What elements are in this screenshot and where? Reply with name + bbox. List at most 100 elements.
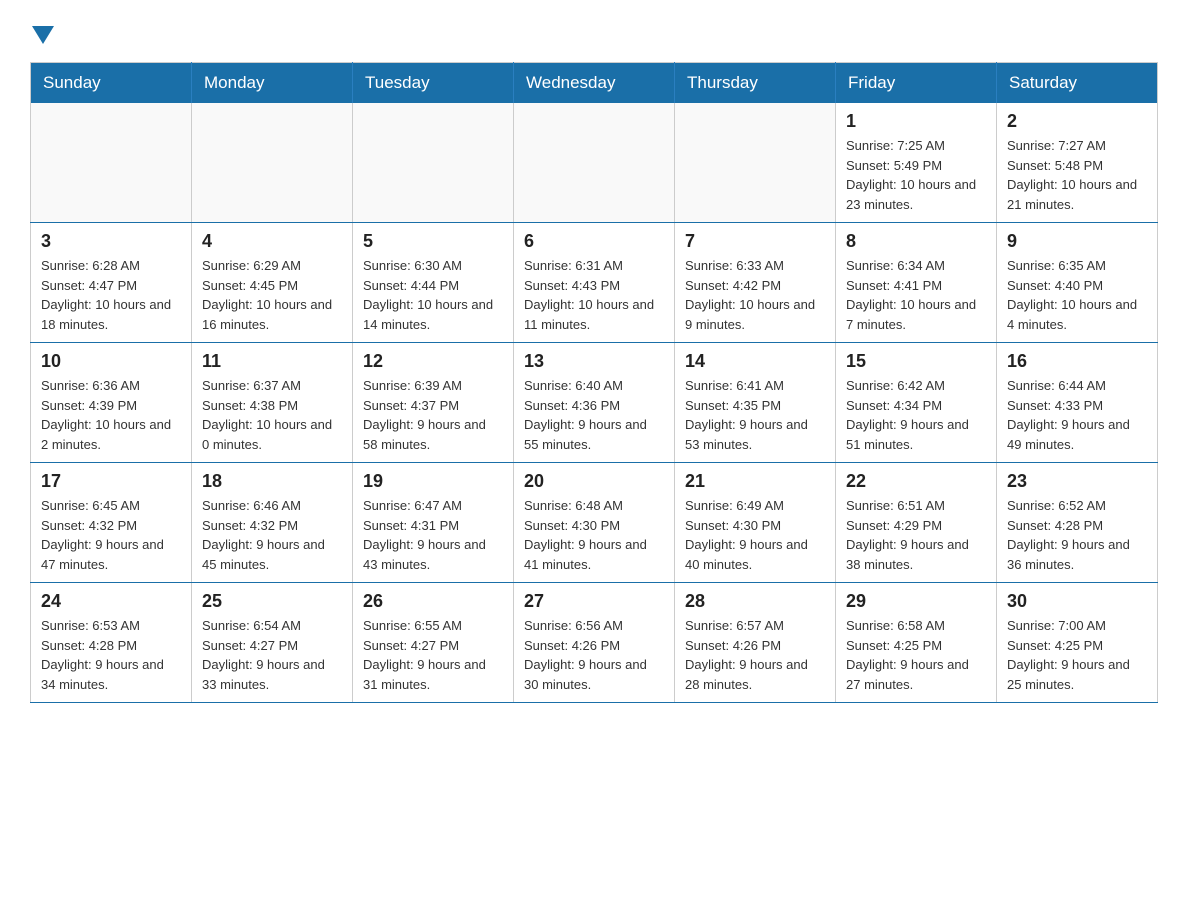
day-info: Sunrise: 6:51 AM Sunset: 4:29 PM Dayligh…	[846, 496, 986, 574]
day-info: Sunrise: 6:54 AM Sunset: 4:27 PM Dayligh…	[202, 616, 342, 694]
day-info: Sunrise: 6:42 AM Sunset: 4:34 PM Dayligh…	[846, 376, 986, 454]
calendar-cell	[192, 103, 353, 223]
day-number: 21	[685, 471, 825, 492]
day-number: 19	[363, 471, 503, 492]
day-info: Sunrise: 6:41 AM Sunset: 4:35 PM Dayligh…	[685, 376, 825, 454]
day-number: 10	[41, 351, 181, 372]
day-number: 29	[846, 591, 986, 612]
calendar-cell: 15 Sunrise: 6:42 AM Sunset: 4:34 PM Dayli…	[836, 343, 997, 463]
day-number: 4	[202, 231, 342, 252]
weekday-header-friday: Friday	[836, 63, 997, 104]
day-number: 26	[363, 591, 503, 612]
calendar-cell: 10Sunrise: 6:36 AM Sunset: 4:39 PM Dayli…	[31, 343, 192, 463]
day-number: 11	[202, 351, 342, 372]
calendar-cell: 5 Sunrise: 6:30 AM Sunset: 4:44 PM Daylig…	[353, 223, 514, 343]
day-info: Sunrise: 6:28 AM Sunset: 4:47 PM Dayligh…	[41, 256, 181, 334]
day-number: 24	[41, 591, 181, 612]
calendar-cell: 8 Sunrise: 6:34 AM Sunset: 4:41 PM Daylig…	[836, 223, 997, 343]
calendar-cell: 12 Sunrise: 6:39 AM Sunset: 4:37 PM Dayli…	[353, 343, 514, 463]
day-info: Sunrise: 6:29 AM Sunset: 4:45 PM Dayligh…	[202, 256, 342, 334]
calendar-cell: 11 Sunrise: 6:37 AM Sunset: 4:38 PM Dayli…	[192, 343, 353, 463]
day-number: 22	[846, 471, 986, 492]
day-number: 17	[41, 471, 181, 492]
weekday-header-monday: Monday	[192, 63, 353, 104]
calendar-cell: 19 Sunrise: 6:47 AM Sunset: 4:31 PM Dayli…	[353, 463, 514, 583]
day-number: 13	[524, 351, 664, 372]
page-header	[30, 20, 1158, 44]
day-number: 18	[202, 471, 342, 492]
calendar-cell: 16Sunrise: 6:44 AM Sunset: 4:33 PM Dayli…	[997, 343, 1158, 463]
day-info: Sunrise: 7:25 AM Sunset: 5:49 PM Dayligh…	[846, 136, 986, 214]
day-info: Sunrise: 6:37 AM Sunset: 4:38 PM Dayligh…	[202, 376, 342, 454]
calendar-cell: 7Sunrise: 6:33 AM Sunset: 4:42 PM Daylig…	[675, 223, 836, 343]
day-info: Sunrise: 6:49 AM Sunset: 4:30 PM Dayligh…	[685, 496, 825, 574]
calendar-cell: 3 Sunrise: 6:28 AM Sunset: 4:47 PM Daylig…	[31, 223, 192, 343]
calendar-cell	[353, 103, 514, 223]
calendar-table: SundayMondayTuesdayWednesdayThursdayFrid…	[30, 62, 1158, 703]
calendar-cell	[675, 103, 836, 223]
calendar-week-row: 17 Sunrise: 6:45 AM Sunset: 4:32 PM Dayli…	[31, 463, 1158, 583]
day-info: Sunrise: 6:46 AM Sunset: 4:32 PM Dayligh…	[202, 496, 342, 574]
calendar-cell: 1 Sunrise: 7:25 AM Sunset: 5:49 PM Daylig…	[836, 103, 997, 223]
day-number: 30	[1007, 591, 1147, 612]
logo-triangle-icon	[32, 22, 54, 44]
day-info: Sunrise: 6:48 AM Sunset: 4:30 PM Dayligh…	[524, 496, 664, 574]
calendar-cell: 30 Sunrise: 7:00 AM Sunset: 4:25 PM Dayli…	[997, 583, 1158, 703]
calendar-cell: 2 Sunrise: 7:27 AM Sunset: 5:48 PM Daylig…	[997, 103, 1158, 223]
day-info: Sunrise: 6:30 AM Sunset: 4:44 PM Dayligh…	[363, 256, 503, 334]
calendar-cell: 9 Sunrise: 6:35 AM Sunset: 4:40 PM Daylig…	[997, 223, 1158, 343]
day-number: 27	[524, 591, 664, 612]
calendar-cell	[31, 103, 192, 223]
day-number: 16	[1007, 351, 1147, 372]
day-info: Sunrise: 6:35 AM Sunset: 4:40 PM Dayligh…	[1007, 256, 1147, 334]
calendar-cell: 14Sunrise: 6:41 AM Sunset: 4:35 PM Dayli…	[675, 343, 836, 463]
calendar-week-row: 24 Sunrise: 6:53 AM Sunset: 4:28 PM Dayli…	[31, 583, 1158, 703]
day-number: 20	[524, 471, 664, 492]
day-number: 5	[363, 231, 503, 252]
day-info: Sunrise: 6:47 AM Sunset: 4:31 PM Dayligh…	[363, 496, 503, 574]
calendar-cell: 18 Sunrise: 6:46 AM Sunset: 4:32 PM Dayli…	[192, 463, 353, 583]
calendar-cell: 23 Sunrise: 6:52 AM Sunset: 4:28 PM Dayli…	[997, 463, 1158, 583]
weekday-header-wednesday: Wednesday	[514, 63, 675, 104]
calendar-week-row: 1 Sunrise: 7:25 AM Sunset: 5:49 PM Daylig…	[31, 103, 1158, 223]
calendar-cell: 20 Sunrise: 6:48 AM Sunset: 4:30 PM Dayli…	[514, 463, 675, 583]
calendar-cell: 17 Sunrise: 6:45 AM Sunset: 4:32 PM Dayli…	[31, 463, 192, 583]
day-number: 1	[846, 111, 986, 132]
day-info: Sunrise: 6:40 AM Sunset: 4:36 PM Dayligh…	[524, 376, 664, 454]
weekday-header-row: SundayMondayTuesdayWednesdayThursdayFrid…	[31, 63, 1158, 104]
day-number: 2	[1007, 111, 1147, 132]
weekday-header-sunday: Sunday	[31, 63, 192, 104]
calendar-cell: 27Sunrise: 6:56 AM Sunset: 4:26 PM Dayli…	[514, 583, 675, 703]
calendar-cell: 13 Sunrise: 6:40 AM Sunset: 4:36 PM Dayli…	[514, 343, 675, 463]
calendar-week-row: 10Sunrise: 6:36 AM Sunset: 4:39 PM Dayli…	[31, 343, 1158, 463]
calendar-cell: 28Sunrise: 6:57 AM Sunset: 4:26 PM Dayli…	[675, 583, 836, 703]
calendar-cell: 24 Sunrise: 6:53 AM Sunset: 4:28 PM Dayli…	[31, 583, 192, 703]
day-info: Sunrise: 6:53 AM Sunset: 4:28 PM Dayligh…	[41, 616, 181, 694]
day-number: 3	[41, 231, 181, 252]
calendar-cell: 4 Sunrise: 6:29 AM Sunset: 4:45 PM Daylig…	[192, 223, 353, 343]
calendar-week-row: 3 Sunrise: 6:28 AM Sunset: 4:47 PM Daylig…	[31, 223, 1158, 343]
weekday-header-thursday: Thursday	[675, 63, 836, 104]
day-number: 15	[846, 351, 986, 372]
day-number: 9	[1007, 231, 1147, 252]
calendar-cell: 21 Sunrise: 6:49 AM Sunset: 4:30 PM Dayli…	[675, 463, 836, 583]
day-info: Sunrise: 6:45 AM Sunset: 4:32 PM Dayligh…	[41, 496, 181, 574]
day-number: 7	[685, 231, 825, 252]
calendar-cell: 22 Sunrise: 6:51 AM Sunset: 4:29 PM Dayli…	[836, 463, 997, 583]
day-info: Sunrise: 7:00 AM Sunset: 4:25 PM Dayligh…	[1007, 616, 1147, 694]
day-number: 8	[846, 231, 986, 252]
calendar-cell: 29Sunrise: 6:58 AM Sunset: 4:25 PM Dayli…	[836, 583, 997, 703]
logo	[30, 20, 54, 44]
day-number: 12	[363, 351, 503, 372]
day-info: Sunrise: 6:52 AM Sunset: 4:28 PM Dayligh…	[1007, 496, 1147, 574]
day-info: Sunrise: 6:34 AM Sunset: 4:41 PM Dayligh…	[846, 256, 986, 334]
day-info: Sunrise: 6:31 AM Sunset: 4:43 PM Dayligh…	[524, 256, 664, 334]
day-number: 6	[524, 231, 664, 252]
day-number: 28	[685, 591, 825, 612]
weekday-header-saturday: Saturday	[997, 63, 1158, 104]
day-number: 23	[1007, 471, 1147, 492]
day-info: Sunrise: 6:39 AM Sunset: 4:37 PM Dayligh…	[363, 376, 503, 454]
calendar-cell: 6 Sunrise: 6:31 AM Sunset: 4:43 PM Daylig…	[514, 223, 675, 343]
day-info: Sunrise: 6:55 AM Sunset: 4:27 PM Dayligh…	[363, 616, 503, 694]
day-info: Sunrise: 7:27 AM Sunset: 5:48 PM Dayligh…	[1007, 136, 1147, 214]
